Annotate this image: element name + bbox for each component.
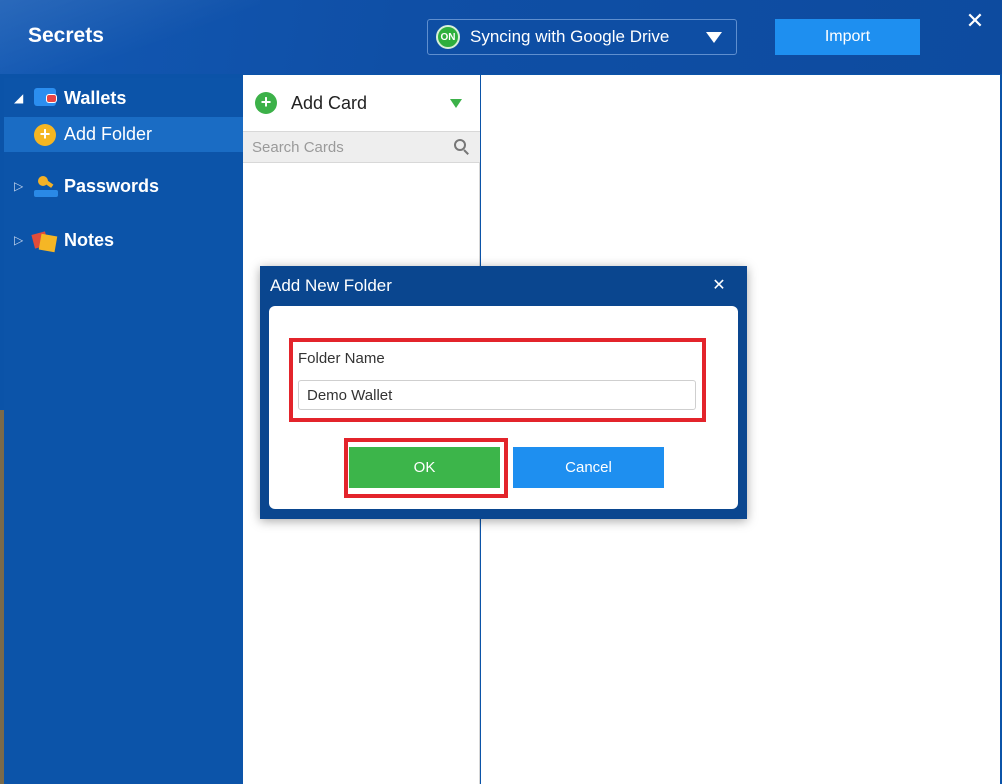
app-window: Secrets ON Syncing with Google Drive Imp… (0, 0, 1002, 784)
collapse-triangle-icon[interactable]: ▷ (14, 179, 32, 193)
sidebar-item-label: Wallets (64, 87, 127, 108)
chevron-down-icon[interactable] (450, 98, 462, 108)
close-icon[interactable]: ✕ (709, 275, 729, 295)
sync-on-icon: ON (436, 25, 460, 49)
app-title: Secrets (28, 24, 104, 47)
folder-name-input[interactable] (298, 380, 696, 410)
collapse-triangle-icon[interactable]: ▷ (14, 233, 32, 247)
chevron-down-icon (706, 31, 722, 43)
search-input[interactable] (243, 132, 454, 162)
wallet-icon (32, 86, 58, 110)
add-card-label: Add Card (291, 92, 368, 113)
key-icon (32, 174, 58, 198)
cancel-button[interactable]: Cancel (513, 447, 664, 488)
sidebar: ◢ Wallets + Add Folder ▷ Passwords ▷ Not… (4, 78, 243, 784)
expand-triangle-icon[interactable]: ◢ (14, 91, 32, 105)
sidebar-item-label: Passwords (64, 175, 160, 196)
plus-circle-icon: + (255, 92, 277, 114)
title-bar: Secrets ON Syncing with Google Drive Imp… (0, 0, 1002, 74)
sync-label: Syncing with Google Drive (470, 27, 670, 46)
import-button[interactable]: Import (775, 19, 920, 55)
sidebar-item-wallets[interactable]: ◢ Wallets (4, 82, 243, 114)
sidebar-item-label: Notes (64, 229, 115, 250)
add-folder-icon: + (32, 123, 58, 147)
sidebar-item-add-folder[interactable]: + Add Folder (4, 117, 243, 152)
dialog-body: Folder Name OK Cancel (269, 306, 738, 509)
notes-icon (31, 228, 58, 253)
close-icon[interactable]: ✕ (962, 8, 988, 34)
sidebar-item-label: Add Folder (64, 124, 153, 144)
sync-dropdown[interactable]: ON Syncing with Google Drive (427, 19, 737, 55)
sidebar-item-notes[interactable]: ▷ Notes (4, 222, 243, 258)
folder-name-label: Folder Name (298, 350, 385, 367)
add-card-button[interactable]: + Add Card (243, 75, 480, 131)
search-bar (243, 131, 480, 163)
search-icon[interactable] (454, 139, 470, 155)
dialog-title: Add New Folder (270, 276, 392, 295)
ok-button[interactable]: OK (349, 447, 500, 488)
sidebar-item-passwords[interactable]: ▷ Passwords (4, 168, 243, 204)
add-folder-dialog: Add New Folder ✕ Folder Name OK Cancel (260, 266, 747, 519)
